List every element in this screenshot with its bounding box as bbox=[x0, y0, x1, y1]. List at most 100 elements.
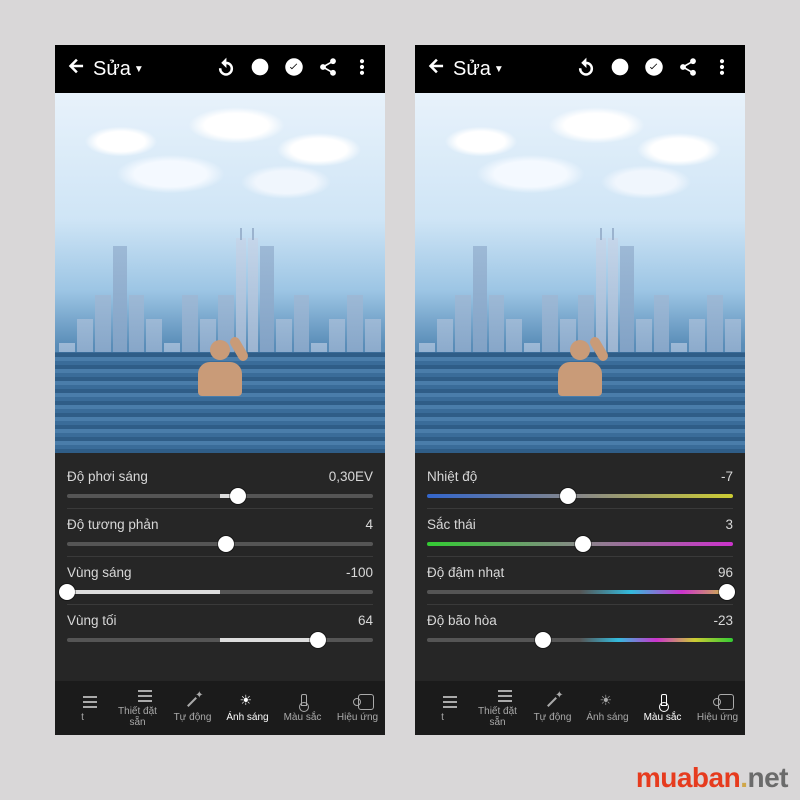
tab-Màu sắc[interactable]: Màu sắc bbox=[275, 694, 330, 723]
sliders-icon bbox=[434, 694, 452, 708]
therm-icon bbox=[654, 694, 672, 708]
tab-label: Tự động bbox=[534, 712, 572, 723]
tab-Ánh sáng[interactable]: Ánh sáng bbox=[220, 694, 275, 723]
undo-button[interactable] bbox=[571, 57, 601, 82]
therm-icon bbox=[294, 694, 312, 708]
tab-label: t bbox=[441, 712, 444, 723]
fx-icon bbox=[349, 694, 367, 708]
slider-label: Vùng sáng bbox=[67, 565, 132, 580]
slider-label: Độ đậm nhạt bbox=[427, 565, 504, 580]
tab-label: Ánh sáng bbox=[586, 712, 628, 723]
tab-Hiệu ứng[interactable]: Hiệu ứng bbox=[330, 694, 385, 723]
slider-thumb[interactable] bbox=[59, 584, 75, 600]
slider-thumb[interactable] bbox=[719, 584, 735, 600]
phone-screen: Sửa ▼ bbox=[415, 45, 745, 735]
slider-row: Vùng tối 64 bbox=[67, 604, 373, 652]
slider-thumb[interactable] bbox=[218, 536, 234, 552]
bottom-tabs: t Thiết đặt sẵn Tự động Ánh sáng Màu sắc… bbox=[415, 681, 745, 735]
slider-label: Sắc thái bbox=[427, 517, 476, 532]
tab-Tự động[interactable]: Tự động bbox=[525, 694, 580, 723]
caret-down-icon: ▼ bbox=[134, 64, 144, 75]
tab-label: Hiệu ứng bbox=[697, 712, 738, 723]
top-toolbar: Sửa ▼ bbox=[415, 45, 745, 93]
slider-track[interactable] bbox=[427, 638, 733, 642]
slider-thumb[interactable] bbox=[535, 632, 551, 648]
tab-label: Màu sắc bbox=[284, 712, 322, 723]
slider-value: 0,30EV bbox=[329, 469, 373, 484]
tab-Hiệu ứng[interactable]: Hiệu ứng bbox=[690, 694, 745, 723]
fx-icon bbox=[709, 694, 727, 708]
sun-icon bbox=[599, 694, 617, 708]
tab-label: t bbox=[81, 712, 84, 723]
tab-label: Thiết đặt sẵn bbox=[110, 706, 165, 728]
slider-value: -23 bbox=[713, 613, 733, 628]
wand-icon bbox=[184, 694, 202, 708]
slider-label: Độ bão hòa bbox=[427, 613, 497, 628]
caret-down-icon: ▼ bbox=[494, 64, 504, 75]
watermark-brand: muaban bbox=[636, 762, 740, 793]
slider-thumb[interactable] bbox=[575, 536, 591, 552]
slider-value: 96 bbox=[718, 565, 733, 580]
slider-label: Độ phơi sáng bbox=[67, 469, 148, 484]
sliders-panel: Nhiệt độ -7 Sắc thái 3 Độ đậm nhạt 96 bbox=[415, 453, 745, 681]
tab-Màu sắc[interactable]: Màu sắc bbox=[635, 694, 690, 723]
tab-Tự động[interactable]: Tự động bbox=[165, 694, 220, 723]
tab-Thiết đặt sẵn[interactable]: Thiết đặt sẵn bbox=[110, 688, 165, 728]
accept-button[interactable] bbox=[279, 57, 309, 82]
tab-Ánh sáng[interactable]: Ánh sáng bbox=[580, 694, 635, 723]
slider-track[interactable] bbox=[427, 542, 733, 546]
sun-icon bbox=[239, 694, 257, 708]
more-button[interactable] bbox=[707, 57, 737, 82]
sliders-icon bbox=[74, 694, 92, 708]
screen-title[interactable]: Sửa ▼ bbox=[93, 58, 144, 81]
slider-label: Độ tương phản bbox=[67, 517, 158, 532]
bottom-tabs: t Thiết đặt sẵn Tự động Ánh sáng Màu sắc… bbox=[55, 681, 385, 735]
help-button[interactable] bbox=[605, 57, 635, 82]
share-button[interactable] bbox=[673, 57, 703, 82]
share-button[interactable] bbox=[313, 57, 343, 82]
slider-track[interactable] bbox=[67, 590, 373, 594]
sliders-icon bbox=[489, 688, 507, 702]
phone-screen: Sửa ▼ bbox=[55, 45, 385, 735]
sliders-panel: Độ phơi sáng 0,30EV Độ tương phản 4 Vùng… bbox=[55, 453, 385, 681]
tab-label: Ánh sáng bbox=[226, 712, 268, 723]
slider-value: -100 bbox=[346, 565, 373, 580]
slider-value: 64 bbox=[358, 613, 373, 628]
slider-track[interactable] bbox=[427, 494, 733, 498]
preview-image bbox=[415, 93, 745, 453]
more-button[interactable] bbox=[347, 57, 377, 82]
accept-button[interactable] bbox=[639, 57, 669, 82]
screen-title[interactable]: Sửa ▼ bbox=[453, 58, 504, 81]
slider-row: Độ tương phản 4 bbox=[67, 508, 373, 556]
slider-track[interactable] bbox=[67, 494, 373, 498]
slider-track[interactable] bbox=[67, 542, 373, 546]
tab-label: Hiệu ứng bbox=[337, 712, 378, 723]
back-button[interactable] bbox=[63, 56, 89, 82]
tab-label: Thiết đặt sẵn bbox=[470, 706, 525, 728]
tab-Thiết đặt sẵn[interactable]: Thiết đặt sẵn bbox=[470, 688, 525, 728]
slider-label: Vùng tối bbox=[67, 613, 117, 628]
tab-label: Tự động bbox=[174, 712, 212, 723]
slider-row: Độ bão hòa -23 bbox=[427, 604, 733, 652]
slider-track[interactable] bbox=[427, 590, 733, 594]
slider-row: Sắc thái 3 bbox=[427, 508, 733, 556]
undo-button[interactable] bbox=[211, 57, 241, 82]
sliders-icon bbox=[129, 688, 147, 702]
slider-thumb[interactable] bbox=[230, 488, 246, 504]
slider-row: Độ đậm nhạt 96 bbox=[427, 556, 733, 604]
preview-image bbox=[55, 93, 385, 453]
wand-icon bbox=[544, 694, 562, 708]
slider-value: 3 bbox=[725, 517, 733, 532]
tab-t[interactable]: t bbox=[415, 694, 470, 723]
slider-value: -7 bbox=[721, 469, 733, 484]
tab-label: Màu sắc bbox=[644, 712, 682, 723]
help-button[interactable] bbox=[245, 57, 275, 82]
tab-t[interactable]: t bbox=[55, 694, 110, 723]
slider-label: Nhiệt độ bbox=[427, 469, 477, 484]
slider-thumb[interactable] bbox=[310, 632, 326, 648]
watermark-tld: net bbox=[748, 762, 789, 793]
back-button[interactable] bbox=[423, 56, 449, 82]
slider-track[interactable] bbox=[67, 638, 373, 642]
slider-thumb[interactable] bbox=[560, 488, 576, 504]
slider-row: Nhiệt độ -7 bbox=[427, 461, 733, 508]
